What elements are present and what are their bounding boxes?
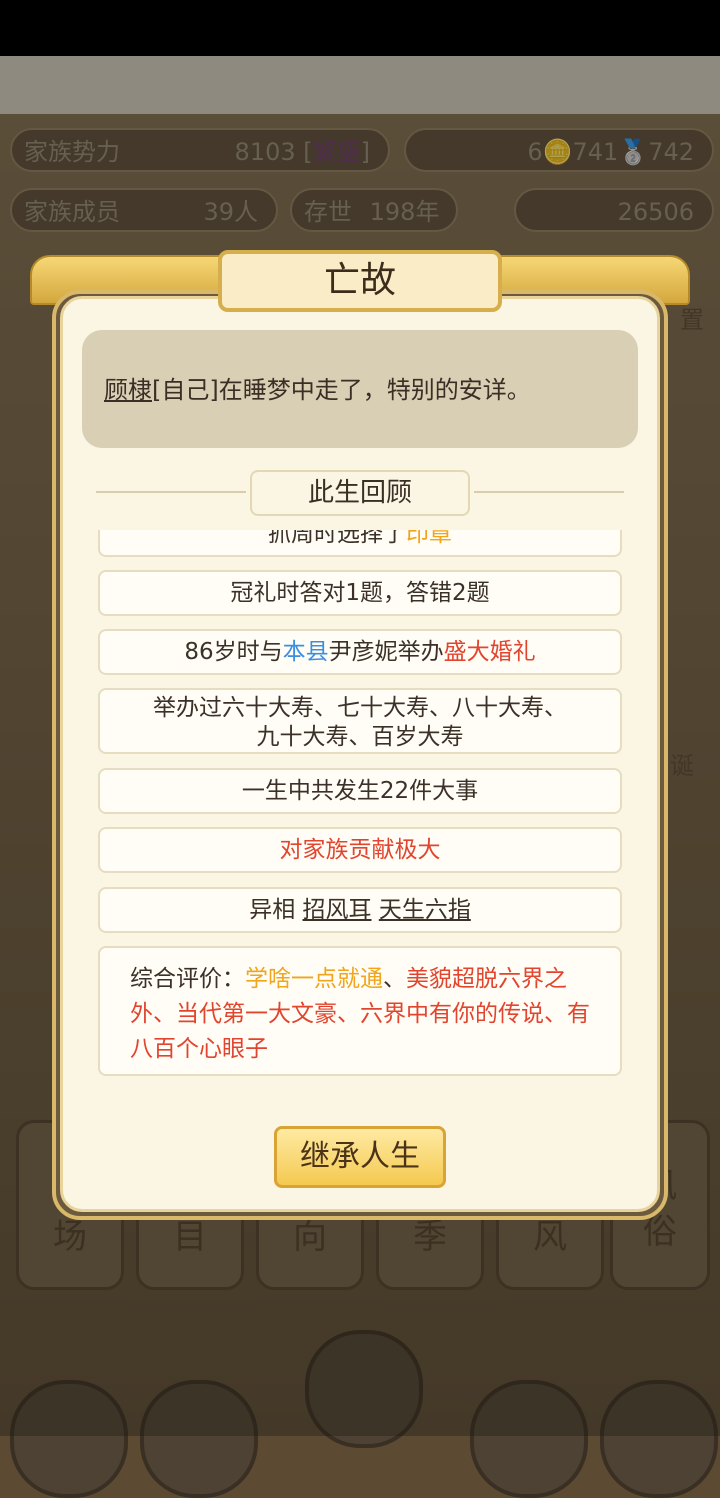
list-item-evaluation: 综合评价：学啥一点就通、美貌超脱六界之外、当代第一大文豪、六界中有你的传说、有八… bbox=[98, 946, 622, 1076]
cut-item-text: 抓周时选择了 bbox=[268, 530, 406, 547]
list-item-partial: 抓周时选择了印章 bbox=[98, 530, 622, 557]
modal-title: 亡故 bbox=[218, 250, 502, 312]
list-item-events: 一生中共发生22件大事 bbox=[98, 768, 622, 814]
birthdays-line-2: 九十大寿、百岁大寿 bbox=[256, 724, 464, 750]
character-name-link[interactable]: 顾棣 bbox=[104, 376, 152, 404]
eval-1: 学啥一点就通 bbox=[245, 966, 383, 992]
eval-sep-1: 、 bbox=[383, 966, 406, 992]
trait-2-link[interactable]: 天生六指 bbox=[379, 897, 471, 923]
birthdays-line-1: 举办过六十大寿、七十大寿、八十大寿、 bbox=[153, 695, 567, 721]
top-band bbox=[0, 56, 720, 114]
list-item-birthdays: 举办过六十大寿、七十大寿、八十大寿、 九十大寿、百岁大寿 bbox=[98, 688, 622, 754]
cut-item-highlight: 印章 bbox=[406, 530, 452, 547]
list-item-coming-of-age: 冠礼时答对1题，答错2题 bbox=[98, 570, 622, 616]
death-message-text: [自己]在睡梦中走了，特别的安详。 bbox=[152, 376, 531, 404]
marriage-pre: 86岁时与 bbox=[184, 639, 283, 665]
divider-left bbox=[96, 491, 246, 493]
list-item-marriage: 86岁时与本县尹彦妮举办盛大婚礼 bbox=[98, 629, 622, 675]
marriage-event: 盛大婚礼 bbox=[443, 639, 536, 665]
review-title: 此生回顾 bbox=[250, 470, 470, 516]
trait-1-link[interactable]: 招风耳 bbox=[303, 897, 372, 923]
list-item-traits: 异相 招风耳 天生六指 bbox=[98, 887, 622, 933]
marriage-mid: 尹彦妮举办 bbox=[328, 639, 444, 665]
status-bar bbox=[0, 0, 720, 56]
eval-label: 综合评价： bbox=[130, 966, 245, 992]
death-message: 顾棣[自己]在睡梦中走了，特别的安详。 bbox=[104, 370, 531, 405]
divider-right bbox=[474, 491, 624, 493]
list-item-contribution: 对家族贡献极大 bbox=[98, 827, 622, 873]
marriage-place: 本县 bbox=[282, 639, 329, 665]
traits-label: 异相 bbox=[249, 897, 296, 923]
inherit-life-button[interactable]: 继承人生 bbox=[274, 1126, 446, 1188]
